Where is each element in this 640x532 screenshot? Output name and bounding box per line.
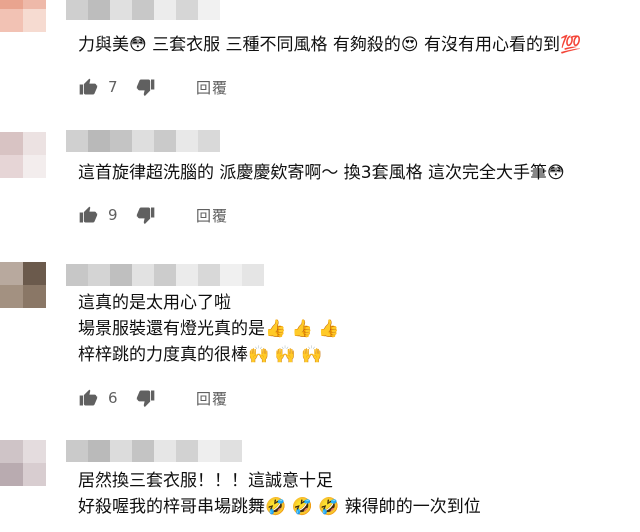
reply-button[interactable]: 回覆	[196, 205, 228, 226]
comment-line: 梓梓跳的力度真的很棒🙌 🙌 🙌	[78, 345, 323, 365]
comment-line: 這真的是太用心了啦	[78, 293, 231, 313]
author-name-blurred[interactable]	[66, 264, 264, 286]
comment-text: 力與美😳 三套衣服 三種不同風格 有夠殺的😍 有沒有用心看的到💯	[78, 32, 581, 58]
comment-line: 力與美😳 三套衣服 三種不同風格 有夠殺的😍 有沒有用心看的到💯	[78, 35, 582, 55]
avatar[interactable]	[0, 440, 46, 486]
comment-line: 這首旋律超洗腦的 派慶慶欸寄啊～ 換3套風格 這次完全大手筆😳	[78, 163, 565, 183]
avatar[interactable]	[0, 132, 46, 178]
comment-actions: 6 回覆	[78, 386, 228, 410]
like-count: 7	[108, 78, 118, 96]
comment-actions: 9 回覆	[78, 203, 228, 227]
reply-button[interactable]: 回覆	[196, 388, 228, 409]
comment-line: 居然換三套衣服！！！這誠意十足	[78, 471, 333, 491]
like-count: 9	[108, 206, 118, 224]
author-name-blurred[interactable]	[66, 130, 220, 152]
thumbs-up-icon[interactable]	[78, 388, 98, 408]
like-count: 6	[108, 389, 118, 407]
comment-line: 場景服裝還有燈光真的是👍 👍 👍	[78, 319, 340, 339]
thumbs-down-icon[interactable]	[136, 205, 156, 225]
avatar[interactable]	[0, 262, 46, 308]
thumbs-down-icon[interactable]	[136, 388, 156, 408]
comment-text: 這首旋律超洗腦的 派慶慶欸寄啊～ 換3套風格 這次完全大手筆😳	[78, 160, 565, 186]
comment-actions: 7 回覆	[78, 75, 228, 99]
reply-button[interactable]: 回覆	[196, 77, 228, 98]
comment-line: 好殺喔我的梓哥串場跳舞🤣 🤣 🤣 辣得帥的一次到位	[78, 497, 481, 517]
author-name-blurred[interactable]	[66, 440, 242, 462]
author-name-blurred[interactable]	[66, 0, 220, 20]
comment-text: 這真的是太用心了啦 場景服裝還有燈光真的是👍 👍 👍 梓梓跳的力度真的很棒🙌 🙌…	[78, 290, 339, 368]
thumbs-up-icon[interactable]	[78, 77, 98, 97]
thumbs-down-icon[interactable]	[136, 77, 156, 97]
avatar[interactable]	[0, 0, 46, 32]
thumbs-up-icon[interactable]	[78, 205, 98, 225]
comment-text: 居然換三套衣服！！！這誠意十足 好殺喔我的梓哥串場跳舞🤣 🤣 🤣 辣得帥的一次到…	[78, 468, 481, 520]
